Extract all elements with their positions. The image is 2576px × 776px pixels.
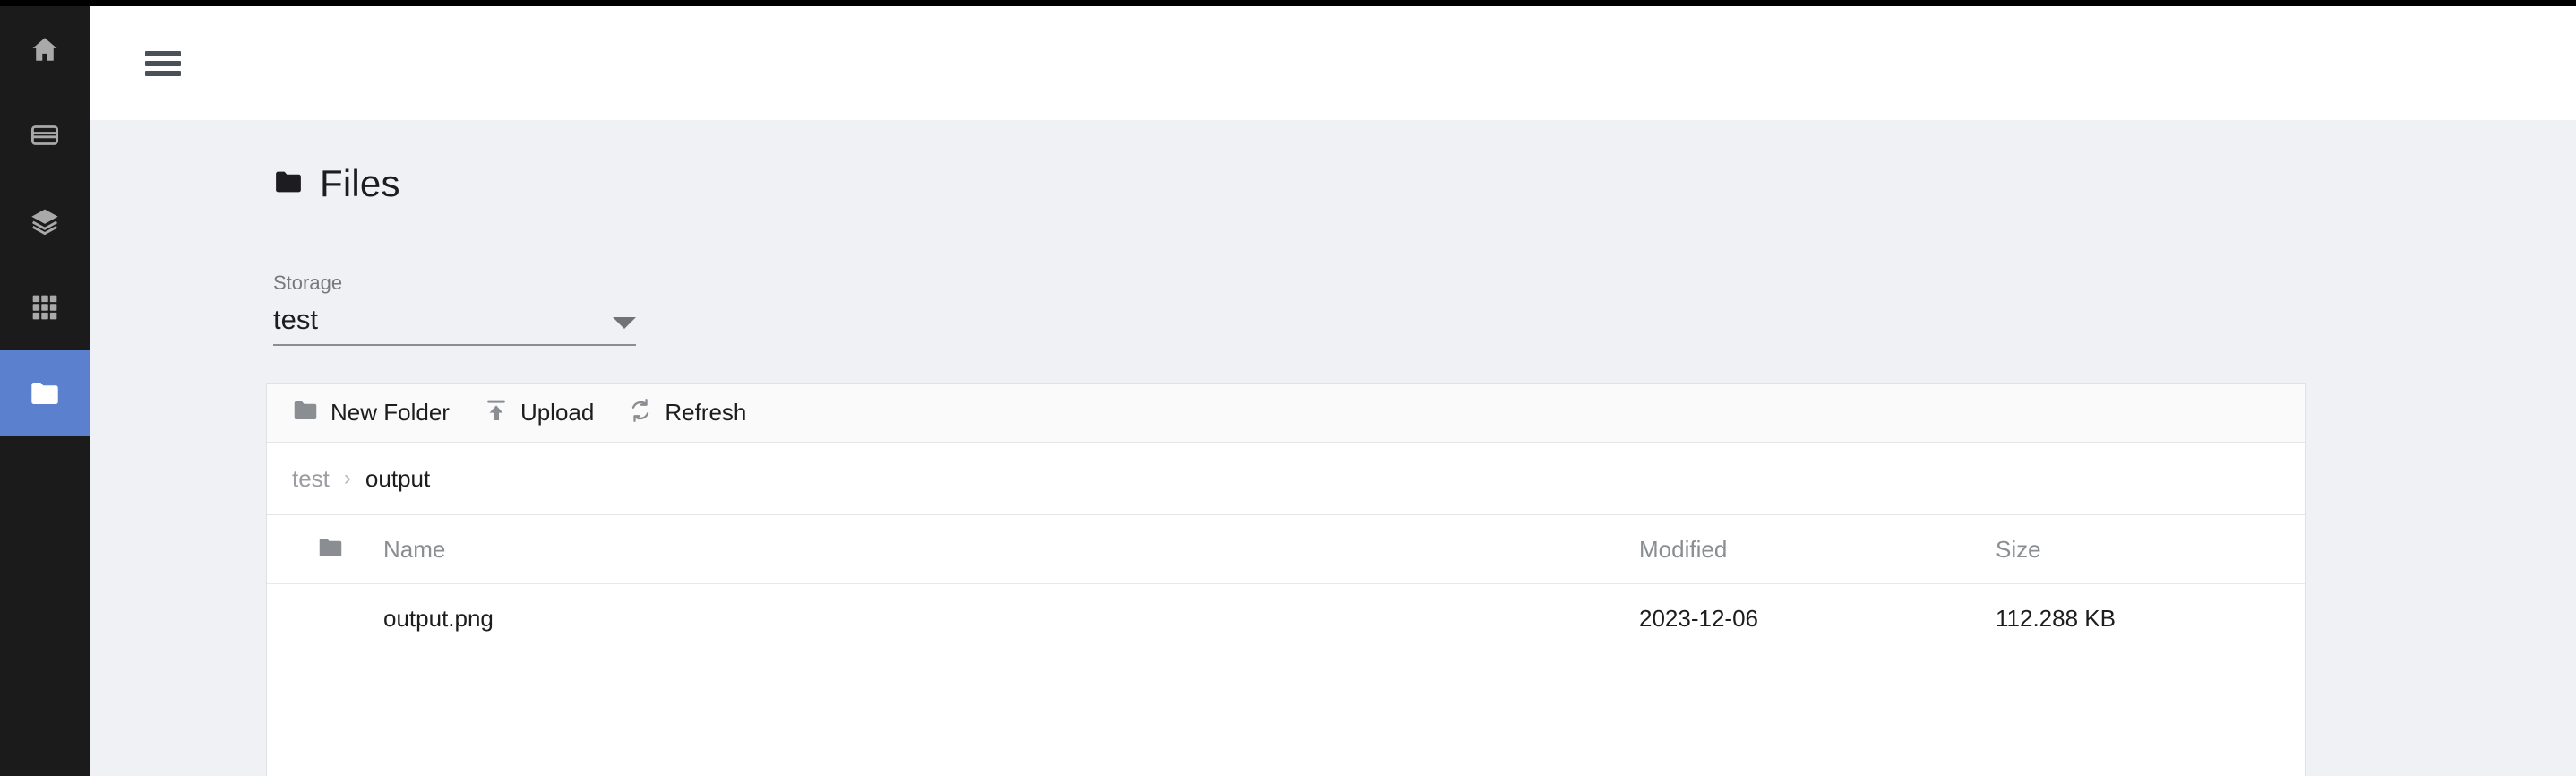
file-name: output.png: [383, 605, 494, 632]
layers-icon: [30, 206, 60, 237]
storage-selected-value: test: [273, 304, 318, 335]
breadcrumb-item-current[interactable]: output: [365, 465, 430, 493]
chevron-down-icon[interactable]: [613, 317, 636, 329]
sidebar-item-apps[interactable]: [0, 264, 90, 350]
page-title-text: Files: [320, 162, 400, 204]
column-header-name[interactable]: Name: [364, 536, 1639, 564]
sidebar-item-files[interactable]: [0, 350, 90, 436]
hamburger-bar-2: [145, 60, 181, 66]
app-header: [90, 6, 2576, 120]
upload-button[interactable]: Upload: [484, 398, 594, 427]
grid-icon: [30, 293, 59, 322]
upload-label: Upload: [519, 399, 595, 426]
file-table-header: Name Modified Size: [267, 515, 2305, 584]
new-folder-button[interactable]: New Folder: [292, 397, 450, 428]
sidebar-item-billing[interactable]: [0, 92, 90, 178]
row-modified-cell: 2023-12-06: [1639, 605, 1996, 633]
column-header-modified-label: Modified: [1639, 535, 1728, 563]
folder-icon: [317, 534, 344, 565]
sidebar-item-layers[interactable]: [0, 178, 90, 264]
home-icon: [30, 34, 60, 65]
content-area: Files Storage test New Folder Upload Ref…: [90, 120, 2576, 776]
file-size: 112.288 KB: [1996, 605, 2116, 632]
upload-icon: [484, 398, 509, 427]
table-row[interactable]: output.png 2023-12-06 112.288 KB: [267, 584, 2305, 653]
sidebar-rail: [0, 6, 90, 776]
storage-label: Storage: [273, 272, 343, 294]
file-toolbar: New Folder Upload Refresh: [267, 384, 2305, 443]
breadcrumb-item-root[interactable]: test: [292, 465, 330, 493]
column-header-size[interactable]: Size: [1996, 536, 2282, 564]
sidebar-item-home[interactable]: [0, 6, 90, 92]
storage-select-control[interactable]: test: [273, 304, 636, 346]
column-header-name-label: Name: [383, 535, 446, 563]
new-folder-label: New Folder: [331, 399, 450, 426]
column-header-size-label: Size: [1996, 535, 2041, 563]
file-browser-card: New Folder Upload Refresh test › output …: [266, 383, 2306, 776]
breadcrumb: test › output: [267, 443, 2305, 515]
hamburger-bar-3: [145, 70, 181, 76]
file-modified: 2023-12-06: [1639, 605, 1758, 632]
column-icon-header: [267, 534, 364, 565]
chevron-right-icon: ›: [343, 466, 351, 490]
folder-icon: [29, 377, 61, 410]
row-name-cell[interactable]: output.png: [364, 605, 1639, 633]
credit-card-icon: [30, 120, 60, 151]
hamburger-bar-1: [145, 50, 181, 56]
row-size-cell: 112.288 KB: [1996, 605, 2282, 633]
column-header-modified[interactable]: Modified: [1639, 536, 1996, 564]
folder-icon: [273, 167, 304, 202]
files-app: Files Storage test New Folder Upload Ref…: [0, 0, 2576, 776]
refresh-icon: [628, 398, 653, 427]
hamburger-icon[interactable]: [145, 50, 181, 76]
folder-icon: [292, 397, 319, 428]
refresh-label: Refresh: [665, 399, 747, 426]
page-title: Files: [273, 162, 400, 205]
top-black-strip: [0, 0, 2576, 6]
refresh-button[interactable]: Refresh: [628, 398, 746, 427]
storage-select[interactable]: Storage test: [273, 272, 636, 346]
